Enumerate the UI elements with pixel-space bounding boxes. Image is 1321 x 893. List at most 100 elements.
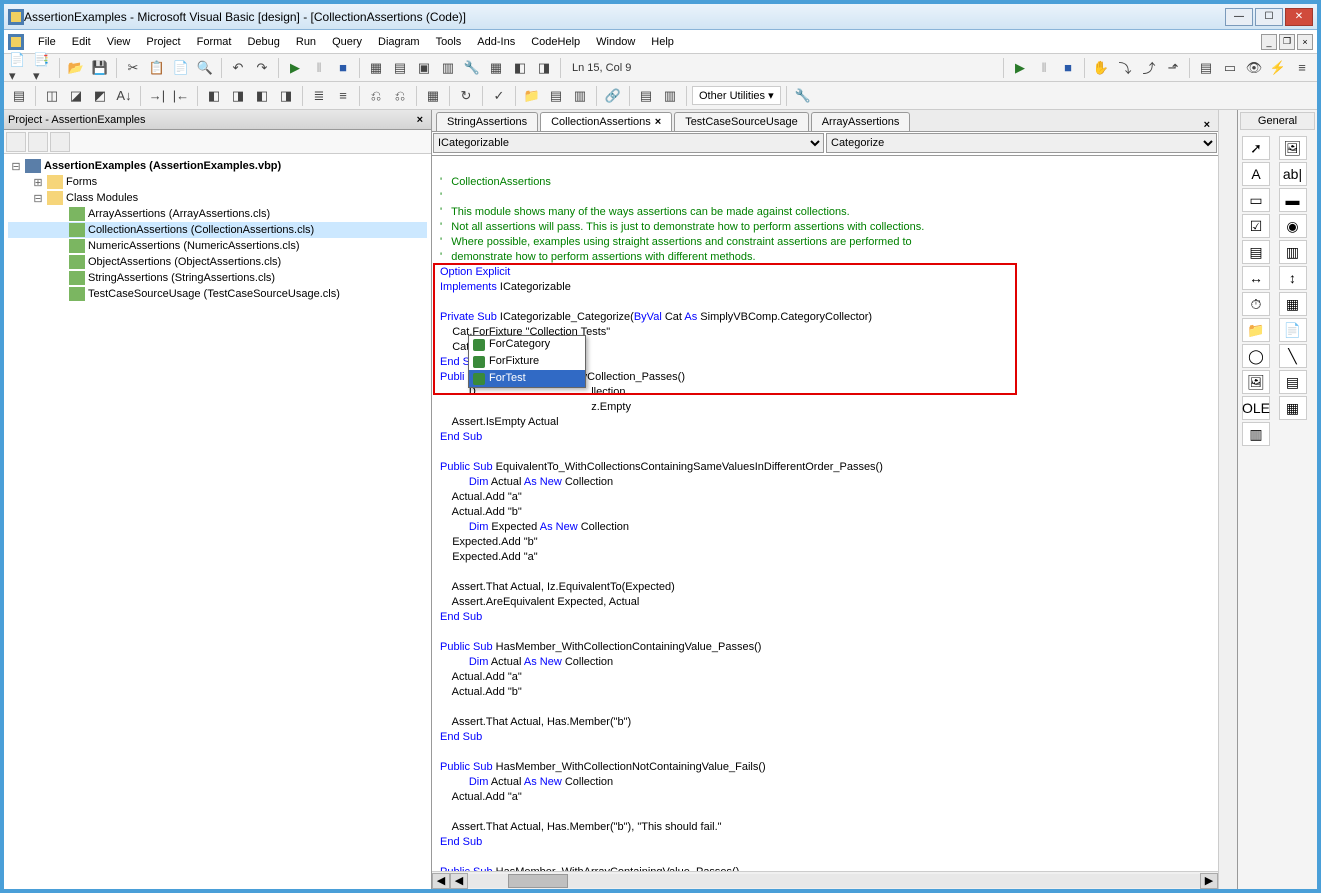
- commandbutton-tool[interactable]: ▬: [1279, 188, 1307, 212]
- menu-window[interactable]: Window: [588, 34, 643, 50]
- ole-tool[interactable]: OLE: [1242, 396, 1270, 420]
- tree-class-item[interactable]: NumericAssertions (NumericAssertions.cls…: [8, 238, 427, 254]
- comment-block-button[interactable]: ⎌: [365, 85, 387, 107]
- editor-tab[interactable]: CollectionAssertions×: [540, 112, 672, 131]
- timer-tool[interactable]: ⏱: [1242, 292, 1270, 316]
- tabs-close-button[interactable]: ×: [1200, 119, 1214, 131]
- shape-tool[interactable]: ◯: [1242, 344, 1270, 368]
- break-button[interactable]: ‖: [308, 57, 330, 79]
- check-button[interactable]: ✓: [488, 85, 510, 107]
- minimize-button[interactable]: —: [1225, 8, 1253, 26]
- hscroll-left-btn[interactable]: ◀: [432, 873, 450, 889]
- mdi-minimize-button[interactable]: _: [1261, 34, 1277, 50]
- hscrollbar-tool[interactable]: ↔: [1242, 266, 1270, 290]
- vertical-scrollbar[interactable]: [1219, 110, 1237, 889]
- data-tool[interactable]: ▤: [1279, 370, 1307, 394]
- copy-button[interactable]: 📋: [146, 57, 168, 79]
- open-button[interactable]: 📂: [65, 57, 87, 79]
- list-button[interactable]: ≣: [308, 85, 330, 107]
- tree-class-item[interactable]: ObjectAssertions (ObjectAssertions.cls): [8, 254, 427, 270]
- vscrollbar-tool[interactable]: ↕: [1279, 266, 1307, 290]
- tree-class-item[interactable]: TestCaseSourceUsage (TestCaseSourceUsage…: [8, 286, 427, 302]
- optionbutton-tool[interactable]: ◉: [1279, 214, 1307, 238]
- properties-button[interactable]: ▤: [389, 57, 411, 79]
- dbg-end-button[interactable]: ■: [1057, 57, 1079, 79]
- tree1-button[interactable]: ▤: [635, 85, 657, 107]
- step-out-button[interactable]: ⬏: [1162, 57, 1184, 79]
- hscroll-right-btn[interactable]: ▶: [1200, 873, 1218, 889]
- maximize-button[interactable]: ☐: [1255, 8, 1283, 26]
- next-bookmark-button[interactable]: ◨: [227, 85, 249, 107]
- form-layout-button[interactable]: ▣: [413, 57, 435, 79]
- tree-project-root[interactable]: ⊟ AssertionExamples (AssertionExamples.v…: [8, 158, 427, 174]
- label-tool[interactable]: A: [1242, 162, 1270, 186]
- textbox-tool[interactable]: ab|: [1279, 162, 1307, 186]
- menu-debug[interactable]: Debug: [239, 34, 287, 50]
- locals-button[interactable]: ▤: [1195, 57, 1217, 79]
- paste-button[interactable]: 📄: [170, 57, 192, 79]
- prev-bookmark-button[interactable]: ◧: [251, 85, 273, 107]
- dbg-start-button[interactable]: ▶: [1009, 57, 1031, 79]
- autocomplete-item[interactable]: ForFixture: [469, 353, 585, 370]
- component-button[interactable]: ◧: [509, 57, 531, 79]
- view-object-button[interactable]: [28, 132, 48, 152]
- frame-tool[interactable]: ▭: [1242, 188, 1270, 212]
- dbg-break-button[interactable]: ‖: [1033, 57, 1055, 79]
- tree2-button[interactable]: ▥: [659, 85, 681, 107]
- project-panel-close-button[interactable]: ×: [413, 114, 427, 126]
- menu-help[interactable]: Help: [643, 34, 682, 50]
- tree-class-item[interactable]: CollectionAssertions (CollectionAssertio…: [8, 222, 427, 238]
- procedure-combo[interactable]: Categorize: [826, 133, 1217, 153]
- tree-forms-folder[interactable]: ⊞ Forms: [8, 174, 427, 190]
- undo-button[interactable]: ↶: [227, 57, 249, 79]
- step-into-button[interactable]: ⤵: [1114, 57, 1136, 79]
- checkbox-tool[interactable]: ☑: [1242, 214, 1270, 238]
- complete-word-button[interactable]: A↓: [113, 85, 135, 107]
- drivelistbox-tool[interactable]: ▦: [1279, 292, 1307, 316]
- immediate-button[interactable]: ▭: [1219, 57, 1241, 79]
- toolbox-header[interactable]: General: [1240, 112, 1315, 130]
- project-explorer-button[interactable]: ▦: [365, 57, 387, 79]
- call-stack-button[interactable]: ≡: [1291, 57, 1313, 79]
- toggle-folders-button[interactable]: [50, 132, 70, 152]
- step-over-button[interactable]: ⤴: [1138, 57, 1160, 79]
- picturebox-tool[interactable]: 🖼: [1279, 136, 1307, 160]
- tree-class-item[interactable]: StringAssertions (StringAssertions.cls): [8, 270, 427, 286]
- object-browser-button[interactable]: ▥: [437, 57, 459, 79]
- toolbox-button[interactable]: 🔧: [461, 57, 483, 79]
- link-button[interactable]: 🔗: [602, 85, 624, 107]
- breakpoint-button[interactable]: ✋: [1090, 57, 1112, 79]
- custom-tool[interactable]: ▦: [1279, 396, 1307, 420]
- pointer-tool[interactable]: ➚: [1242, 136, 1270, 160]
- find-button[interactable]: 🔍: [194, 57, 216, 79]
- code-pane[interactable]: ' CollectionAssertions ' ' This module s…: [432, 156, 1218, 871]
- uncomment-block-button[interactable]: ⎌: [389, 85, 411, 107]
- menu-addins[interactable]: Add-Ins: [469, 34, 523, 50]
- save-button[interactable]: 💾: [89, 57, 111, 79]
- autocomplete-item[interactable]: ForTest: [469, 370, 585, 387]
- outdent-button[interactable]: |←: [170, 85, 192, 107]
- other-utilities-dropdown[interactable]: Other Utilities ▾: [692, 86, 781, 105]
- cut-button[interactable]: ✂: [122, 57, 144, 79]
- object-combo[interactable]: ICategorizable: [433, 133, 824, 153]
- unlist-button[interactable]: ≡: [332, 85, 354, 107]
- hscroll-left-btn2[interactable]: ◀: [450, 873, 468, 889]
- autocomplete-popup[interactable]: ForCategoryForFixtureForTest: [468, 335, 586, 388]
- dirlistbox-tool[interactable]: 📁: [1242, 318, 1270, 342]
- menu-view[interactable]: View: [99, 34, 139, 50]
- indent-button[interactable]: →|: [146, 85, 168, 107]
- editor-tab[interactable]: ArrayAssertions: [811, 112, 911, 131]
- clear-bookmarks-button[interactable]: ◨: [275, 85, 297, 107]
- menu-file[interactable]: File: [30, 34, 64, 50]
- custom2-tool[interactable]: ▥: [1242, 422, 1270, 446]
- mdi-restore-button[interactable]: ❐: [1279, 34, 1295, 50]
- menu-query[interactable]: Query: [324, 34, 370, 50]
- bookmark-button[interactable]: ◧: [203, 85, 225, 107]
- quick-watch-button[interactable]: ⚡: [1267, 57, 1289, 79]
- doc-button[interactable]: ▤: [545, 85, 567, 107]
- data-view-button[interactable]: ▦: [485, 57, 507, 79]
- filelistbox-tool[interactable]: 📄: [1279, 318, 1307, 342]
- parameter-info-button[interactable]: ◩: [89, 85, 111, 107]
- menu-tools[interactable]: Tools: [428, 34, 470, 50]
- tools-button[interactable]: 🔧: [792, 85, 814, 107]
